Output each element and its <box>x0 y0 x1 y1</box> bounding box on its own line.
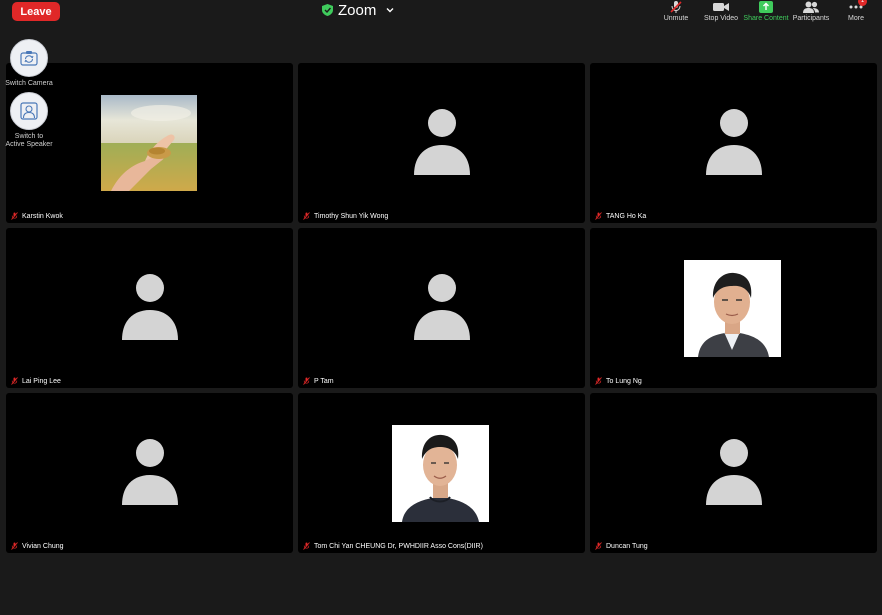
microphone-muted-icon <box>11 377 18 385</box>
avatar-placeholder-icon <box>122 274 178 340</box>
video-camera-icon <box>713 3 729 11</box>
participant-name-tag: Tom Chi Yan CHEUNG Dr, PWHDIIR Asso Cons… <box>303 542 483 550</box>
participant-name: Timothy Shun Yik Wong <box>314 212 389 220</box>
switch-speaker-label-line-1: Switch to <box>14 133 44 140</box>
avatar-placeholder-icon <box>414 274 470 340</box>
participant-name-tag: Vivian Chung <box>11 542 64 550</box>
share-content-label: Share Content <box>743 15 789 22</box>
unmute-label: Unmute <box>663 15 689 22</box>
switch-speaker-label: Switch to Active Speaker <box>5 133 52 149</box>
participant-name-tag: TANG Ho Ka <box>595 212 646 220</box>
video-tile[interactable]: Duncan Tung <box>590 393 877 553</box>
participant-name: To Lung Ng <box>606 377 642 385</box>
video-tile[interactable]: Vivian Chung <box>6 393 293 553</box>
participant-photo <box>392 425 489 522</box>
avatar-placeholder-icon <box>706 439 762 505</box>
active-speaker-icon <box>20 102 38 120</box>
stop-video-label: Stop Video <box>703 15 739 22</box>
participant-name-tag: P Tam <box>303 377 334 385</box>
participant-name: Duncan Tung <box>606 542 648 550</box>
bottom-empty-area <box>0 558 882 615</box>
meeting-title-menu[interactable]: Zoom <box>322 1 395 19</box>
participant-name: TANG Ho Ka <box>606 212 647 220</box>
participant-name-tag: To Lung Ng <box>595 377 642 385</box>
microphone-muted-icon <box>11 542 18 550</box>
share-screen-icon <box>759 1 773 13</box>
participant-name-tag: Timothy Shun Yik Wong <box>303 212 388 220</box>
participants-button[interactable]: Participants <box>793 0 829 28</box>
participants-icon <box>803 1 819 13</box>
more-button[interactable]: 1 More <box>846 0 867 28</box>
participant-name: Vivian Chung <box>22 542 64 550</box>
microphone-muted-icon <box>303 377 310 385</box>
stop-video-button[interactable]: Stop Video <box>703 0 739 28</box>
video-tile[interactable]: TANG Ho Ka <box>590 63 877 223</box>
meeting-title: Zoom <box>338 1 377 19</box>
microphone-muted-icon <box>303 212 310 220</box>
participant-name: P Tam <box>314 377 334 385</box>
chevron-down-icon <box>386 8 394 13</box>
microphone-muted-icon <box>595 212 602 220</box>
video-tile[interactable]: Tom Chi Yan CHEUNG Dr, PWHDIIR Asso Cons… <box>298 393 585 553</box>
switch-camera-label: Switch Camera <box>5 80 53 87</box>
more-label: More <box>848 15 864 22</box>
microphone-muted-icon <box>595 542 602 550</box>
avatar-placeholder-icon <box>122 439 178 505</box>
notification-badge: 1 <box>858 0 867 6</box>
participant-name: Tom Chi Yan CHEUNG Dr, PWHDIIR Asso Cons… <box>314 542 483 550</box>
portrait-photo <box>684 260 781 357</box>
video-tile[interactable]: Timothy Shun Yik Wong <box>298 63 585 223</box>
microphone-muted-icon <box>303 542 310 550</box>
participants-label: Participants <box>792 15 830 22</box>
participant-name: Karstin Kwok <box>22 212 63 220</box>
leave-button[interactable]: Leave <box>12 2 60 21</box>
participant-name-tag: Lai Ping Lee <box>11 377 61 385</box>
participant-photo <box>684 260 781 357</box>
video-tile[interactable]: Lai Ping Lee <box>6 228 293 388</box>
participant-name-tag: Duncan Tung <box>595 542 648 550</box>
microphone-muted-icon <box>11 212 18 220</box>
participant-photo <box>101 95 197 191</box>
microphone-muted-icon <box>670 1 682 13</box>
shield-icon <box>322 4 333 16</box>
switch-speaker-label-line-2: Active Speaker <box>5 141 53 148</box>
meeting-toolbar: Leave Zoom Unmute Stop Video Share Conte… <box>0 0 882 30</box>
switch-to-active-speaker-button[interactable]: Switch to Active Speaker <box>4 92 54 149</box>
participant-name-tag: Karstin Kwok <box>11 212 63 220</box>
video-tile[interactable]: To Lung Ng <box>590 228 877 388</box>
wheat-hands-photo <box>101 95 197 191</box>
switch-camera-button[interactable]: Switch Camera <box>4 39 54 88</box>
video-tile[interactable]: P Tam <box>298 228 585 388</box>
portrait-photo <box>392 425 489 522</box>
avatar-placeholder-icon <box>414 109 470 175</box>
participant-name: Lai Ping Lee <box>22 377 61 385</box>
share-content-button[interactable]: Share Content <box>743 0 789 28</box>
microphone-muted-icon <box>595 377 602 385</box>
avatar-placeholder-icon <box>706 109 762 175</box>
switch-camera-icon <box>20 51 38 66</box>
unmute-button[interactable]: Unmute <box>662 0 690 28</box>
